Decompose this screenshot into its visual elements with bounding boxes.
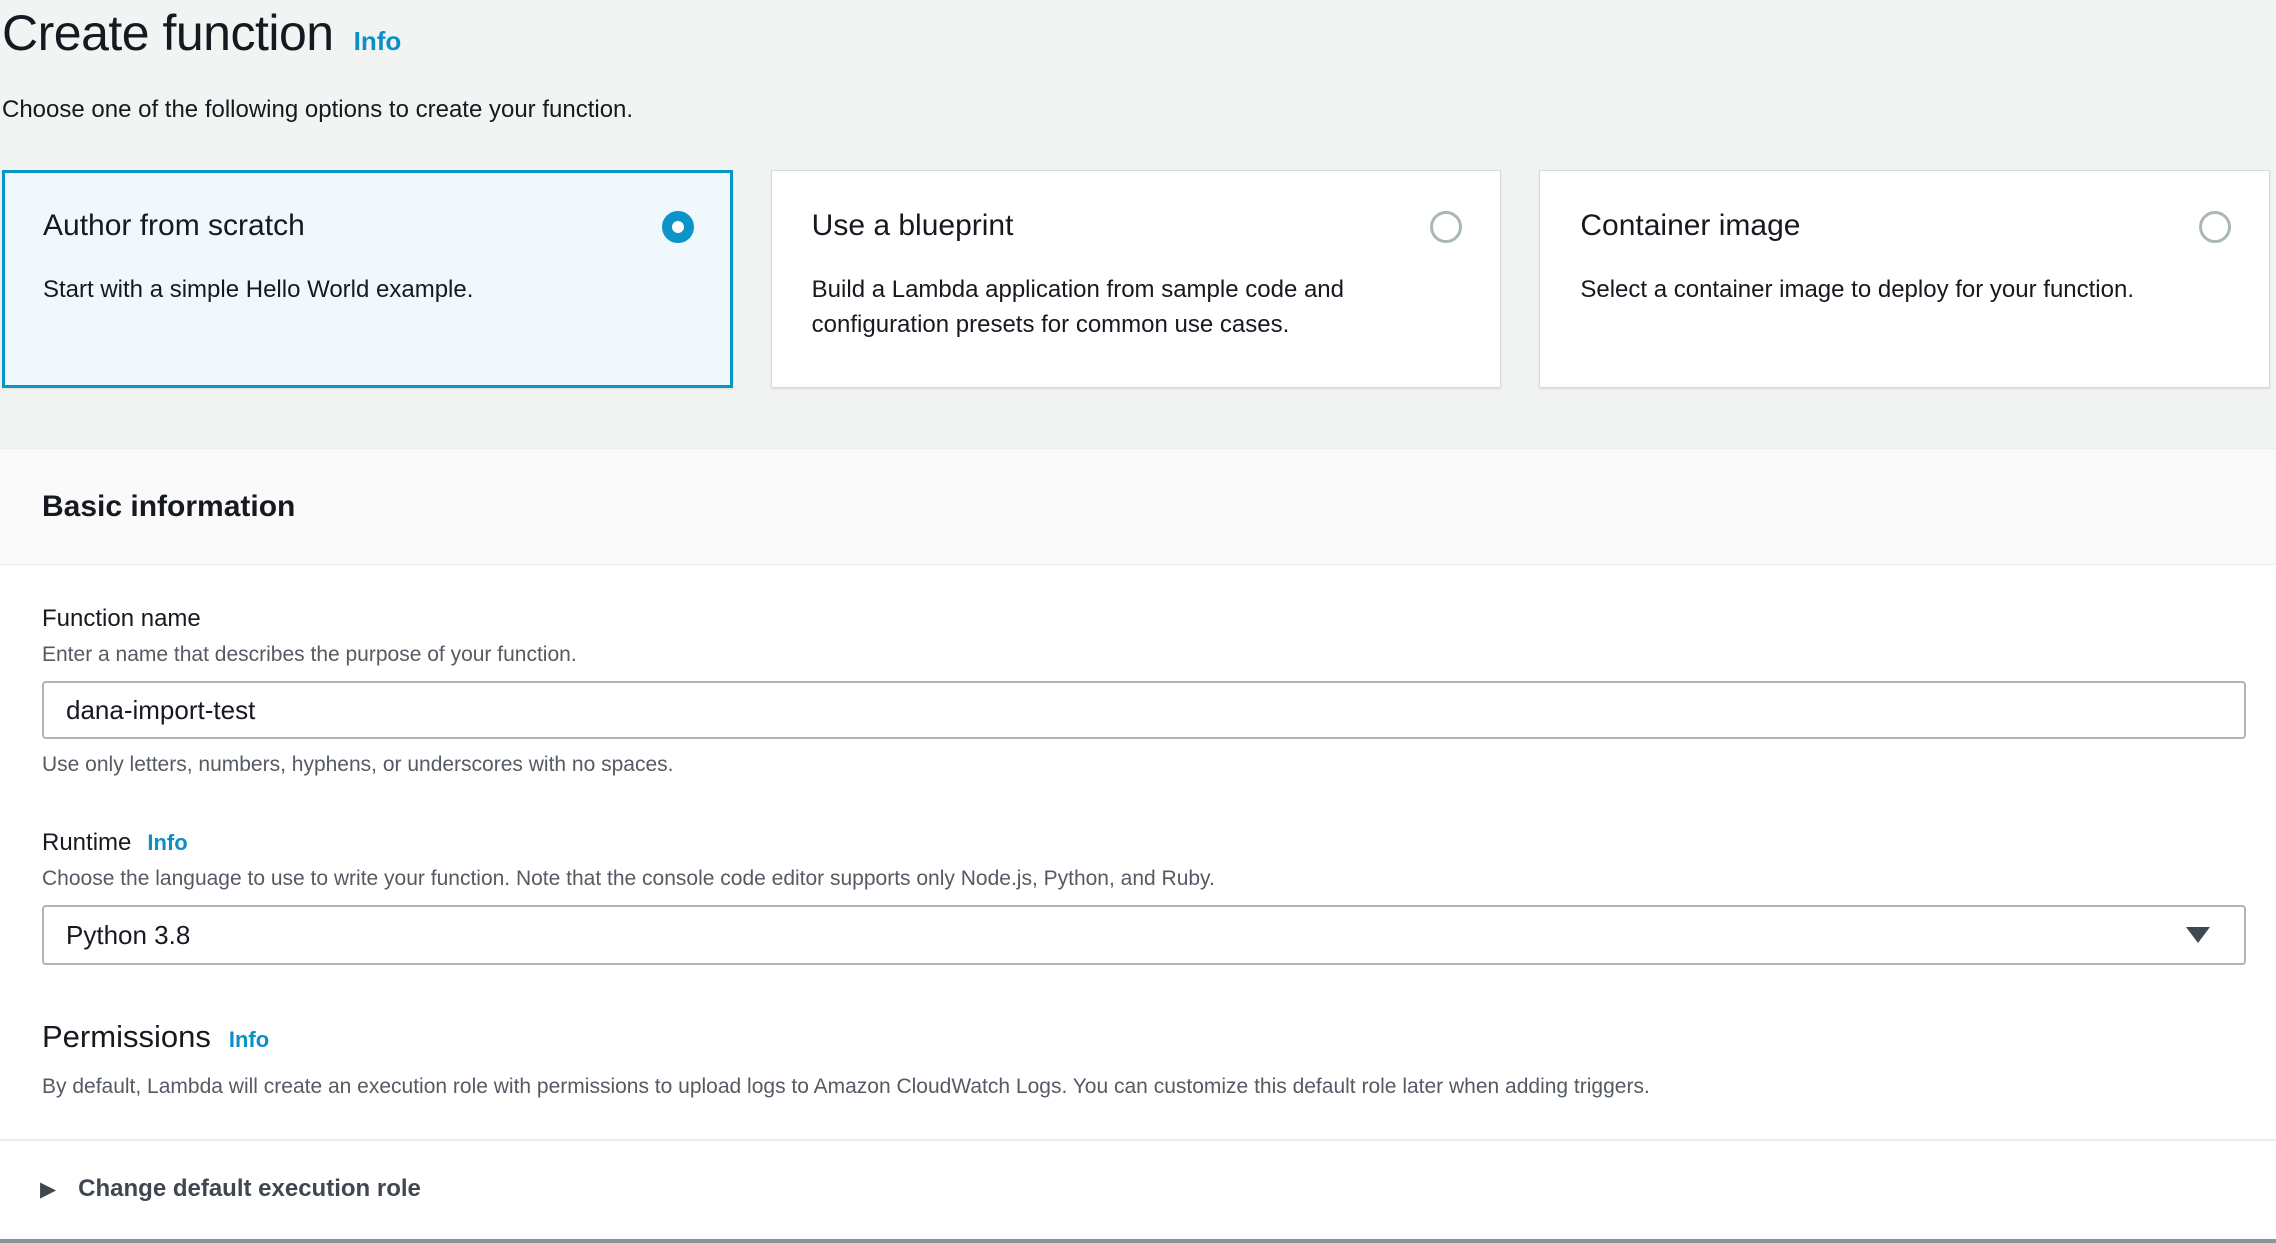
expander-label: Change default execution role xyxy=(78,1175,421,1203)
title-info-link[interactable]: Info xyxy=(354,26,402,57)
runtime-group: Runtime Info Choose the language to use … xyxy=(42,829,2246,965)
change-default-execution-role-expander[interactable]: ▶ Change default execution role xyxy=(0,1141,2276,1239)
tile-use-a-blueprint[interactable]: Use a blueprint Build a Lambda applicati… xyxy=(771,170,1502,388)
tile-top: Container image xyxy=(1580,209,2231,243)
runtime-selected-value: Python 3.8 xyxy=(66,920,190,951)
function-name-group: Function name Enter a name that describe… xyxy=(42,605,2246,777)
author-from-scratch-radio[interactable] xyxy=(662,211,694,243)
tile-description: Select a container image to deploy for y… xyxy=(1580,273,2140,308)
permissions-description: By default, Lambda will create an execut… xyxy=(42,1075,2246,1139)
basic-information-panel: Basic information Function name Enter a … xyxy=(0,448,2276,1243)
permissions-heading: Permissions xyxy=(42,1019,211,1055)
basic-information-header: Basic information xyxy=(0,448,2276,565)
tile-title: Use a blueprint xyxy=(812,209,1014,242)
function-name-constraint: Use only letters, numbers, hyphens, or u… xyxy=(42,753,2246,777)
container-image-radio[interactable] xyxy=(2199,211,2231,243)
runtime-label: Runtime xyxy=(42,829,131,857)
basic-information-heading: Basic information xyxy=(42,490,295,524)
chevron-down-icon xyxy=(2186,927,2210,943)
function-name-description: Enter a name that describes the purpose … xyxy=(42,643,2246,667)
tile-description: Start with a simple Hello World example. xyxy=(43,273,603,308)
function-name-input[interactable] xyxy=(42,681,2246,739)
tile-author-from-scratch[interactable]: Author from scratch Start with a simple … xyxy=(2,170,733,388)
tile-top: Author from scratch xyxy=(43,209,694,243)
permissions-section: Permissions Info By default, Lambda will… xyxy=(42,1019,2246,1139)
page-header: Create function Info Choose one of the f… xyxy=(0,0,2276,124)
basic-information-body: Function name Enter a name that describe… xyxy=(0,565,2276,1139)
tile-title: Author from scratch xyxy=(43,209,305,242)
runtime-info-link[interactable]: Info xyxy=(147,830,187,856)
tile-container-image[interactable]: Container image Select a container image… xyxy=(1539,170,2270,388)
title-row: Create function Info xyxy=(2,4,2246,62)
function-name-label: Function name xyxy=(42,605,201,633)
tile-description: Build a Lambda application from sample c… xyxy=(812,273,1372,343)
runtime-description: Choose the language to use to write your… xyxy=(42,867,2246,891)
creation-option-tiles: Author from scratch Start with a simple … xyxy=(0,170,2276,388)
tile-title: Container image xyxy=(1580,209,1800,242)
runtime-select[interactable]: Python 3.8 xyxy=(42,905,2246,965)
page-subtitle: Choose one of the following options to c… xyxy=(2,96,2246,124)
page-title: Create function xyxy=(2,4,334,62)
expander-collapsed-icon: ▶ xyxy=(40,1179,56,1200)
use-a-blueprint-radio[interactable] xyxy=(1430,211,1462,243)
tile-top: Use a blueprint xyxy=(812,209,1463,243)
permissions-info-link[interactable]: Info xyxy=(229,1027,269,1053)
